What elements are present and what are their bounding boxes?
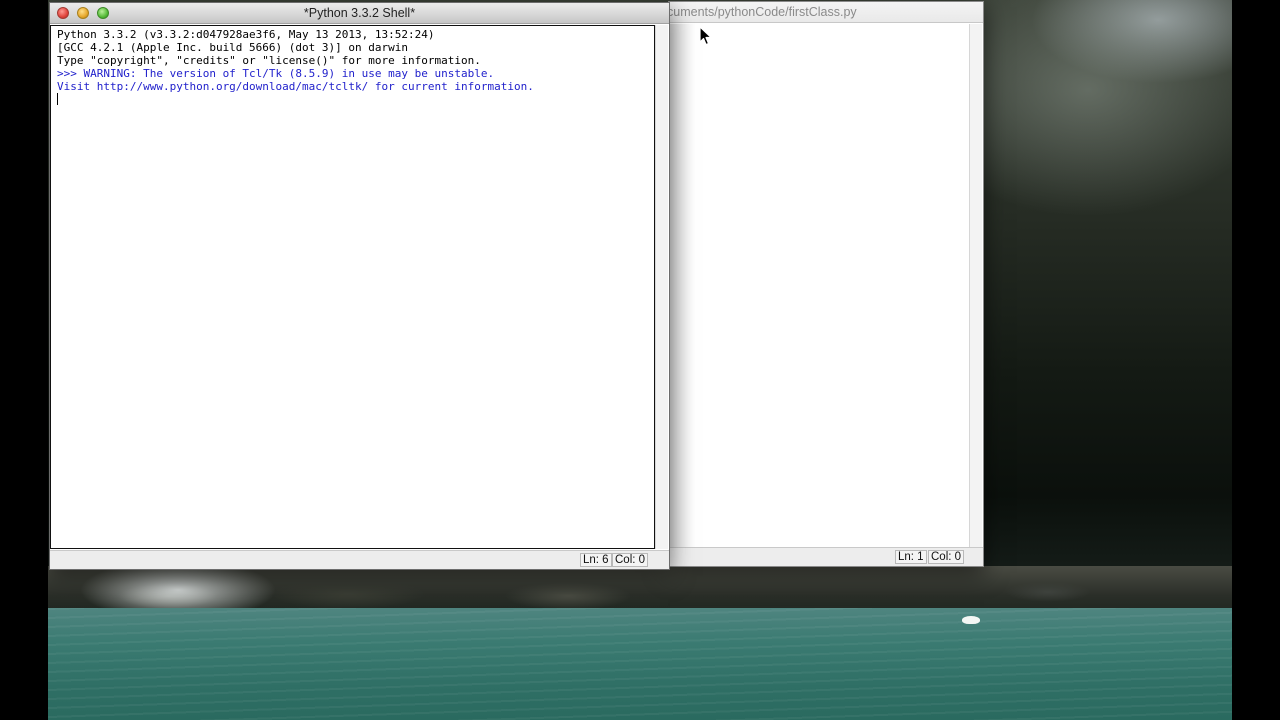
editor-status-line: Ln: 1 <box>895 550 927 564</box>
seagull <box>962 616 980 624</box>
waterfall-mist <box>48 566 308 614</box>
editor-status-column: Col: 0 <box>928 550 965 564</box>
shell-input-line[interactable] <box>57 93 648 106</box>
shell-text-area[interactable]: Python 3.3.2 (v3.3.2:d047928ae3f6, May 1… <box>50 25 655 549</box>
mouse-pointer-icon <box>699 26 712 46</box>
text-caret <box>57 93 58 105</box>
editor-statusbar: Ln: 1 Col: 0 <box>669 547 983 566</box>
shell-warning-line: Visit http://www.python.org/download/mac… <box>57 80 534 93</box>
shell-window-title: *Python 3.3.2 Shell* <box>303 6 416 20</box>
shell-warning-line: >>> WARNING: The version of Tcl/Tk (8.5.… <box>57 67 495 80</box>
shell-status-line: Ln: 6 <box>580 553 612 567</box>
editor-vertical-scrollbar[interactable] <box>969 24 982 548</box>
river-water <box>48 608 1232 720</box>
editor-titlebar[interactable]: cuments/pythonCode/firstClass.py <box>669 2 983 23</box>
editor-window-title: cuments/pythonCode/firstClass.py <box>668 5 857 19</box>
shell-line: Python 3.3.2 (v3.3.2:d047928ae3f6, May 1… <box>57 28 435 41</box>
shell-line: Type "copyright", "credits" or "license(… <box>57 54 481 67</box>
screen: cuments/pythonCode/firstClass.py Ln: 1 C… <box>0 0 1280 720</box>
shell-titlebar[interactable]: *Python 3.3.2 Shell* <box>50 3 669 24</box>
shell-line: [GCC 4.2.1 (Apple Inc. build 5666) (dot … <box>57 41 408 54</box>
shell-statusbar: Ln: 6 Col: 0 <box>50 550 669 569</box>
editor-shadow <box>669 24 695 548</box>
shell-window[interactable]: *Python 3.3.2 Shell* Python 3.3.2 (v3.3.… <box>49 2 670 570</box>
shell-vertical-scrollbar[interactable] <box>655 25 668 549</box>
editor-text-area[interactable] <box>669 24 969 548</box>
shell-status-column: Col: 0 <box>612 553 649 567</box>
editor-window[interactable]: cuments/pythonCode/firstClass.py Ln: 1 C… <box>668 1 984 567</box>
